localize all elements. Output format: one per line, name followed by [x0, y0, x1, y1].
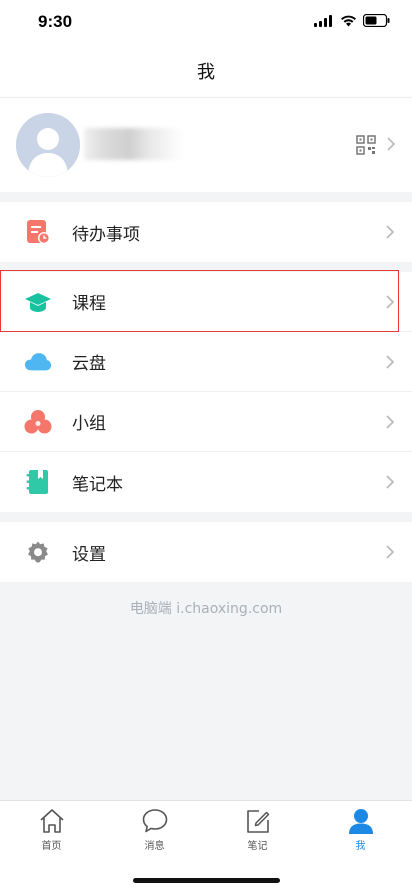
desktop-site-link[interactable]: 电脑端 i.chaoxing.com — [0, 598, 412, 618]
chevron-right-icon — [386, 294, 395, 309]
avatar[interactable] — [16, 113, 80, 177]
menu-group-todo: 待办事项 — [0, 202, 412, 262]
chevron-right-icon — [387, 137, 396, 151]
status-bar: 9:30 — [0, 0, 412, 44]
user-name-blurred — [84, 128, 184, 160]
group-icon — [24, 408, 52, 436]
profile-card[interactable] — [0, 98, 412, 192]
menu-item-cloud-drive[interactable]: 云盘 — [0, 332, 412, 392]
signal-icon — [314, 14, 332, 27]
person-icon — [348, 809, 373, 834]
menu-item-todo[interactable]: 待办事项 — [0, 202, 412, 262]
status-time: 9:30 — [38, 12, 73, 31]
gear-icon — [24, 538, 52, 566]
menu-label-settings: 设置 — [72, 544, 106, 565]
wifi-icon — [341, 15, 356, 26]
tab-me[interactable]: 我 — [309, 807, 412, 852]
tab-home[interactable]: 首页 — [0, 807, 103, 852]
chevron-right-icon — [386, 545, 395, 559]
todo-list-icon — [24, 218, 52, 246]
note-edit-icon — [246, 810, 269, 833]
tab-label-notes: 笔记 — [247, 841, 268, 852]
chevron-right-icon — [386, 225, 395, 239]
home-indicator[interactable] — [133, 878, 280, 883]
graduation-cap-icon — [24, 288, 52, 316]
menu-item-group[interactable]: 小组 — [0, 392, 412, 452]
tab-messages[interactable]: 消息 — [103, 807, 206, 852]
tab-label-me: 我 — [355, 841, 366, 852]
nav-header: 我 — [0, 44, 412, 98]
tab-notes[interactable]: 笔记 — [206, 807, 309, 852]
menu-group-settings: 设置 — [0, 522, 412, 582]
home-icon — [39, 809, 64, 833]
notebook-icon — [24, 468, 52, 496]
tab-label-home: 首页 — [41, 841, 62, 852]
menu-label-cloud-drive: 云盘 — [72, 354, 106, 374]
qr-code-icon[interactable] — [356, 135, 376, 155]
page-title: 我 — [197, 61, 215, 83]
message-bubble-icon — [142, 809, 167, 833]
menu-label-todo: 待办事项 — [72, 224, 140, 245]
menu-group-main: 课程 云盘 小组 笔记本 — [0, 272, 412, 512]
chevron-right-icon — [386, 414, 395, 429]
chevron-right-icon — [386, 475, 395, 489]
menu-label-notebook: 笔记本 — [72, 474, 123, 495]
status-icons — [314, 14, 390, 27]
chevron-right-icon — [386, 354, 395, 369]
cloud-icon — [24, 348, 52, 376]
menu-label-course: 课程 — [72, 294, 106, 314]
menu-item-settings[interactable]: 设置 — [0, 522, 412, 582]
battery-icon — [363, 14, 390, 27]
menu-label-group: 小组 — [72, 414, 106, 434]
default-avatar-icon — [16, 113, 80, 177]
menu-item-notebook[interactable]: 笔记本 — [0, 452, 412, 512]
menu-item-course[interactable]: 课程 — [0, 272, 412, 332]
tab-label-messages: 消息 — [144, 841, 165, 852]
